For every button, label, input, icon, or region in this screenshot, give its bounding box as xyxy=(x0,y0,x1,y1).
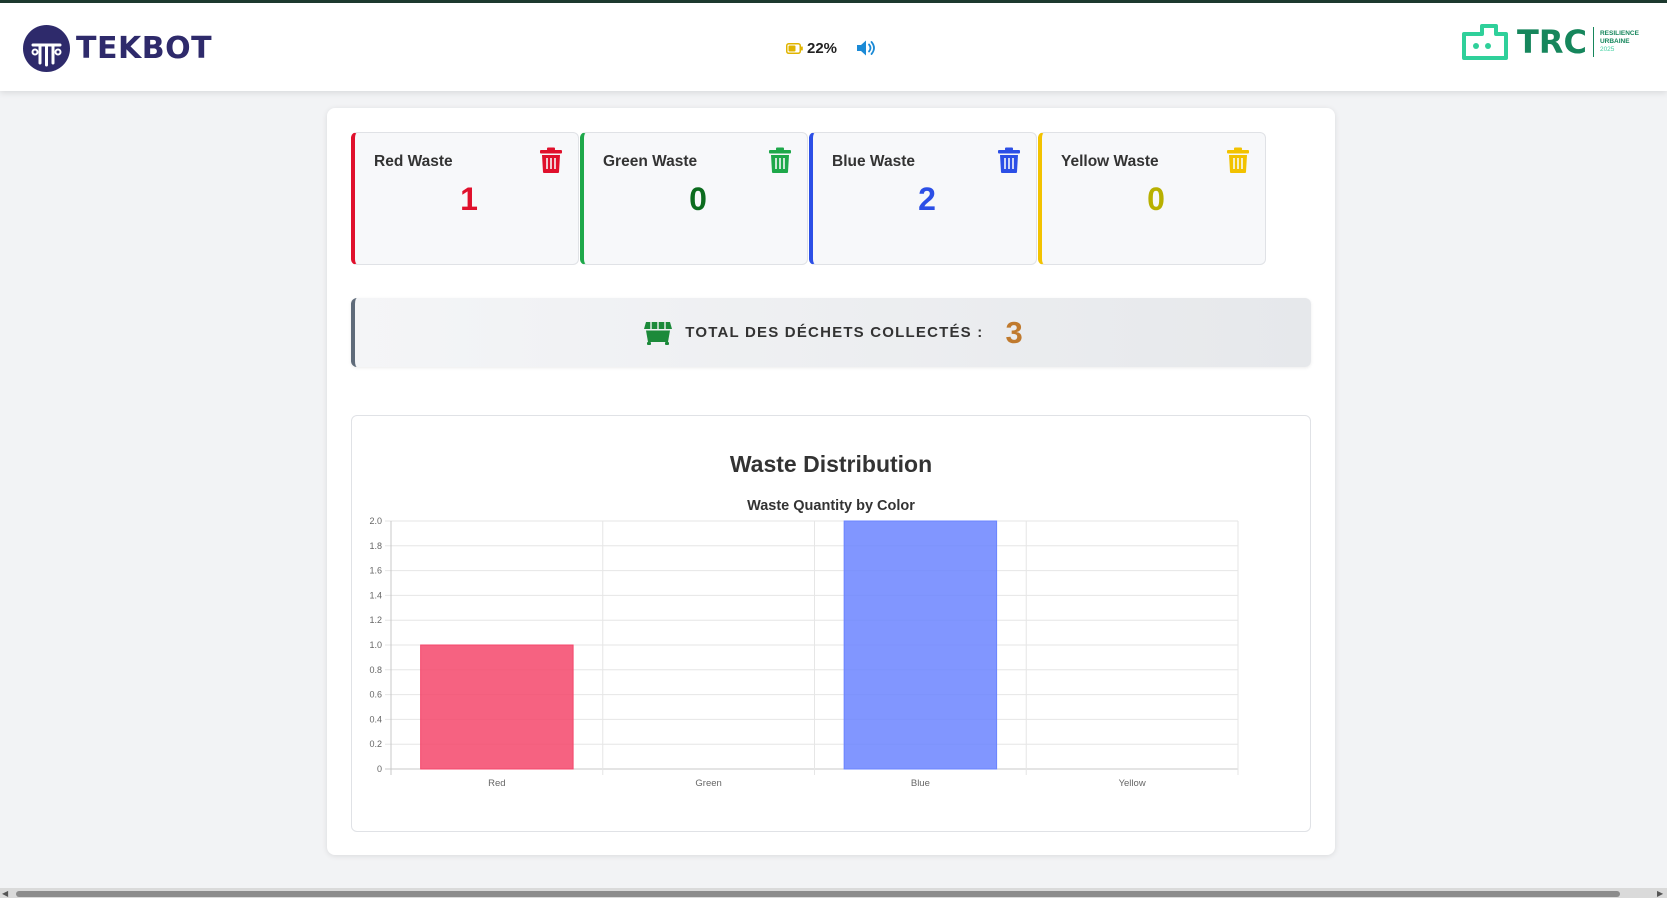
y-tick-label: 0.8 xyxy=(369,665,382,675)
green-waste-card: Green Waste 0 xyxy=(580,132,808,265)
yellow-waste-card: Yellow Waste 0 xyxy=(1038,132,1266,265)
total-waste-label: TOTAL DES DÉCHETS COLLECTÉS : xyxy=(685,324,984,341)
x-tick-label: Green xyxy=(695,778,721,789)
trc-logo-text: TRC xyxy=(1517,23,1587,61)
waste-distribution-card: Waste Distribution Waste Quantity by Col… xyxy=(351,415,1311,832)
red-waste-card: Red Waste 1 xyxy=(351,132,579,265)
tekbot-logo-icon xyxy=(23,25,70,72)
blue-waste-card: Blue Waste 2 xyxy=(809,132,1037,265)
x-tick-label: Blue xyxy=(911,778,930,789)
trash-icon xyxy=(998,147,1020,173)
dumpster-icon xyxy=(644,321,673,345)
total-waste-banner: TOTAL DES DÉCHETS COLLECTÉS : 3 xyxy=(351,298,1311,367)
card-title: Blue Waste xyxy=(832,153,915,170)
trash-icon xyxy=(769,147,791,173)
trash-icon xyxy=(540,147,562,173)
status-bar: 22% xyxy=(786,39,878,57)
y-tick-label: 1.2 xyxy=(369,615,382,625)
trc-tagline-line-2: URBAINE xyxy=(1599,38,1630,45)
trc-tagline-year: 2025 xyxy=(1599,46,1615,53)
waste-bar-chart: Waste Quantity by Color 0 0.2 0.4 0.6 0.8 1.0… xyxy=(369,498,1239,789)
trc-logo[interactable]: TRC RESILIENCE URBAINE 2025 xyxy=(1460,23,1639,61)
trc-robot-icon xyxy=(1462,24,1508,60)
y-tick-label: 0.4 xyxy=(369,714,382,724)
y-tick-label: 1.0 xyxy=(369,640,382,650)
green-waste-count: 0 xyxy=(689,181,707,217)
y-tick-label: 1.8 xyxy=(369,541,382,551)
bar-red xyxy=(420,644,574,770)
tekbot-logo[interactable]: TEKBOT xyxy=(23,25,212,72)
scrollbar-thumb[interactable] xyxy=(16,891,1620,897)
tekbot-logo-text: TEKBOT xyxy=(76,31,213,66)
trash-icon xyxy=(1227,147,1249,173)
dashboard-panel: Red Waste 1 Green Waste 0 Blue Waste 2 Y… xyxy=(327,108,1335,855)
battery-percent: 22% xyxy=(807,39,838,57)
scroll-left-arrow-icon[interactable]: ◀ xyxy=(2,889,8,898)
card-title: Red Waste xyxy=(374,153,453,170)
card-title: Yellow Waste xyxy=(1061,153,1159,170)
volume-icon[interactable] xyxy=(856,39,878,57)
scroll-right-arrow-icon[interactable]: ▶ xyxy=(1657,889,1663,898)
y-tick-label: 0.2 xyxy=(369,739,382,749)
x-tick-label: Yellow xyxy=(1119,778,1146,789)
y-tick-label: 0.6 xyxy=(369,690,382,700)
bar-blue xyxy=(843,520,998,770)
total-waste-value: 3 xyxy=(1005,314,1023,350)
red-waste-count: 1 xyxy=(460,181,478,217)
y-tick-label: 1.4 xyxy=(369,590,382,600)
blue-waste-count: 2 xyxy=(918,181,936,217)
header: TEKBOT 22% TRC RESILIENCE URBAINE 2025 xyxy=(0,3,1667,91)
trc-tagline: RESILIENCE URBAINE 2025 xyxy=(1600,30,1639,54)
trc-tagline-line-1: RESILIENCE xyxy=(1599,30,1639,37)
trc-logo-divider xyxy=(1592,27,1594,57)
x-tick-label: Red xyxy=(488,778,505,789)
y-tick-label: 1.6 xyxy=(369,566,382,576)
card-title: Green Waste xyxy=(603,153,698,170)
horizontal-scrollbar[interactable]: ◀ ▶ xyxy=(0,888,1667,898)
yellow-waste-count: 0 xyxy=(1147,181,1165,217)
y-tick-label: 2.0 xyxy=(369,516,382,526)
chart-title: Waste Quantity by Color xyxy=(747,498,915,514)
battery-icon xyxy=(786,42,803,54)
y-tick-label: 0 xyxy=(377,764,382,774)
